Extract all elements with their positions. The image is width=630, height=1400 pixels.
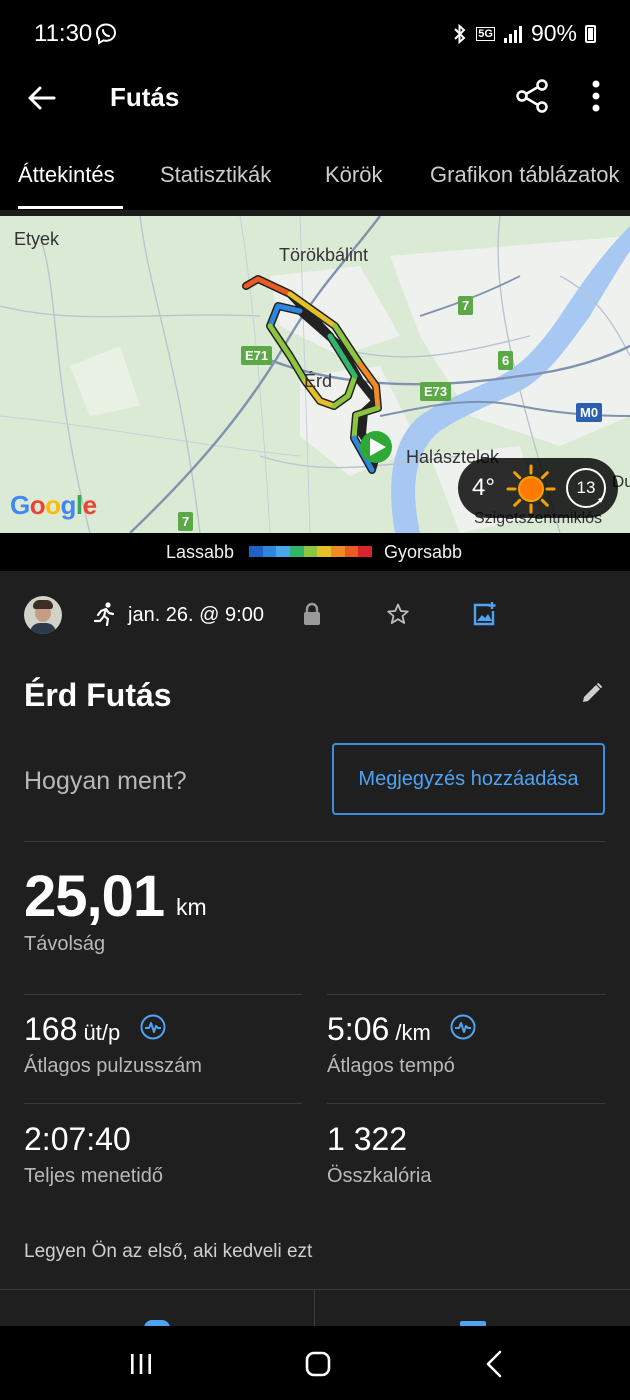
road-shield-e73: E73 <box>420 382 452 401</box>
avatar-body <box>30 623 56 634</box>
share-icon[interactable] <box>512 76 552 116</box>
divider <box>24 841 605 842</box>
system-nav-bar <box>0 1326 630 1400</box>
actions-divider <box>314 1290 315 1327</box>
bluetooth-icon <box>454 23 466 44</box>
weather-widget[interactable]: 4° 13 <box>458 458 618 518</box>
legend-color-bar <box>249 546 373 557</box>
battery-percent: 90% <box>530 20 577 46</box>
avg-heart-rate-number: 168 <box>24 1011 78 1047</box>
avg-pace-unit: /km <box>389 1020 431 1045</box>
heart-rate-chart-icon[interactable] <box>140 1014 166 1040</box>
avatar[interactable] <box>24 596 62 634</box>
how-did-it-go-prompt: Hogyan ment? <box>24 767 187 795</box>
avg-pace-value: 5:06 /km <box>327 1011 431 1048</box>
calories-label: Összkalória <box>327 1165 432 1187</box>
divider <box>327 994 605 995</box>
like-prompt: Legyen Ön az első, aki kedveli ezt <box>24 1241 313 1262</box>
bottom-actions <box>0 1289 630 1330</box>
page-title: Futás <box>110 82 180 112</box>
tab-statistics[interactable]: Statisztikák <box>160 162 271 188</box>
legend-color-swatch <box>317 546 332 557</box>
avg-pace-number: 5:06 <box>327 1011 390 1047</box>
back-arrow-icon[interactable] <box>24 80 60 116</box>
road-shield-6: 6 <box>498 351 514 370</box>
nav-back-icon[interactable] <box>484 1350 504 1378</box>
activity-title: Érd Futás <box>24 677 172 713</box>
map-label-torokbalint: Törökbálint <box>279 245 369 265</box>
status-time: 11:30 <box>34 20 93 47</box>
tab-overview[interactable]: Áttekintés <box>18 162 115 188</box>
legend-fast-label: Gyorsabb <box>384 542 463 562</box>
road-shield-m0: M0 <box>576 403 603 422</box>
divider <box>327 1103 605 1104</box>
tab-active-indicator <box>18 206 123 209</box>
legend-color-swatch <box>303 546 318 557</box>
pace-legend: Lassabb Gyorsabb <box>0 533 630 571</box>
distance-label: Távolság <box>24 933 106 955</box>
more-vert-icon[interactable] <box>584 76 608 116</box>
distance-unit: km <box>176 894 207 920</box>
total-time-label: Teljes menetidő <box>24 1165 163 1187</box>
legend-color-swatch <box>344 546 359 557</box>
activity-panel: jan. 26. @ 9:00 Érd Futás Hogyan ment? M… <box>0 571 630 1330</box>
weather-temperature: 4° <box>472 474 495 501</box>
lock-icon[interactable] <box>301 602 323 626</box>
signal-icon <box>503 25 522 43</box>
legend-color-swatch <box>358 546 373 557</box>
add-note-button[interactable]: Megjegyzés hozzáadása <box>332 743 605 815</box>
legend-color-swatch <box>331 546 345 557</box>
app-bar: Futás <box>0 68 630 138</box>
status-right: 5G 90% <box>452 20 596 47</box>
battery-icon <box>585 24 596 43</box>
start-marker <box>360 431 392 463</box>
total-time-value: 2:07:40 <box>24 1121 131 1157</box>
viber-icon <box>95 23 117 45</box>
tab-bar: Áttekintés Statisztikák Körök Grafikon t… <box>0 140 630 212</box>
wind-speed: 13 <box>576 478 596 497</box>
legend-color-swatch <box>290 546 304 557</box>
avg-heart-rate-unit: üt/p <box>77 1020 121 1045</box>
road-shield-e71: E71 <box>241 346 273 365</box>
add-photo-icon[interactable] <box>471 601 497 627</box>
avg-pace-label: Átlagos tempó <box>327 1055 455 1077</box>
status-bar: 11:30 5G 90% <box>0 0 630 68</box>
tab-charts[interactable]: Grafikon táblázatok <box>430 162 620 188</box>
divider <box>24 1103 302 1104</box>
map-label-erd: Érd <box>304 371 333 391</box>
legend-color-swatch <box>276 546 291 557</box>
pace-chart-icon[interactable] <box>450 1014 476 1040</box>
legend-slow-label: Lassabb <box>166 542 235 562</box>
activity-date: jan. 26. @ 9:00 <box>128 604 264 626</box>
avg-heart-rate-value: 168 üt/p <box>24 1011 120 1048</box>
star-icon[interactable] <box>386 602 410 626</box>
road-shield-7b: 7 <box>178 512 194 531</box>
avatar-hair <box>33 600 53 609</box>
legend-color-swatch <box>249 546 263 557</box>
home-icon[interactable] <box>305 1351 331 1377</box>
legend-color-swatch <box>262 546 277 557</box>
network-type: 5G <box>476 26 495 41</box>
route-map[interactable]: Etyek Törökbálint Érd Halásztelek Sziget… <box>0 216 630 533</box>
sun-icon <box>506 464 556 514</box>
distance-value: 25,01 <box>24 864 165 929</box>
calories-value: 1 322 <box>327 1121 408 1157</box>
tab-laps[interactable]: Körök <box>325 162 382 188</box>
divider <box>24 994 302 995</box>
google-logo: Google <box>10 490 97 520</box>
avg-heart-rate-label: Átlagos pulzusszám <box>24 1055 202 1077</box>
recent-apps-icon[interactable] <box>128 1352 154 1376</box>
map-label-etyek: Etyek <box>14 229 60 249</box>
running-icon <box>93 602 115 627</box>
wind-indicator: 13 <box>564 466 608 510</box>
road-shield-7: 7 <box>458 296 474 315</box>
edit-pencil-icon[interactable] <box>580 681 604 705</box>
